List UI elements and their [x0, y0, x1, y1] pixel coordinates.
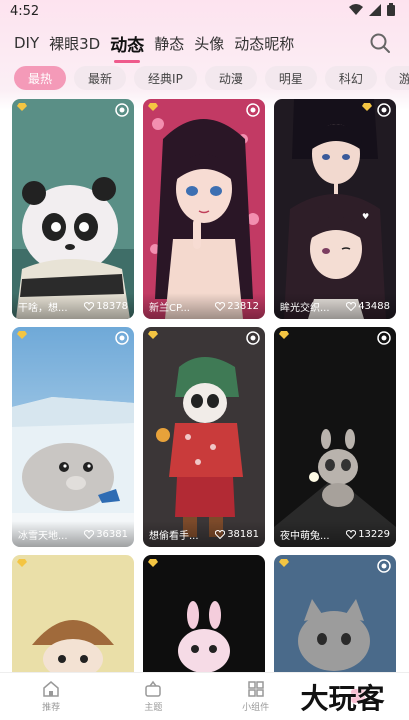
- live-icon: [246, 331, 260, 345]
- watermark: 大玩客: [276, 674, 409, 720]
- baby-hat-image: [12, 555, 134, 675]
- seal-image: [12, 327, 134, 547]
- card-footer: 新兰CP... 23812: [143, 293, 265, 319]
- like-count[interactable]: 23812: [215, 301, 259, 312]
- diamond-icon: [148, 103, 158, 111]
- live-icon: [115, 103, 129, 117]
- card-title: 夜中萌兔...: [280, 530, 330, 542]
- card-title: 新兰CP...: [149, 302, 190, 314]
- card-title: 冰雪天地...: [18, 530, 68, 542]
- card-footer: 眸光交织... 43488: [274, 293, 396, 319]
- pink-bunny-image: [143, 555, 265, 675]
- wallpaper-card[interactable]: [274, 555, 396, 675]
- wallpaper-card[interactable]: [12, 555, 134, 675]
- card-footer: 夜中萌兔... 13229: [274, 521, 396, 547]
- like-number: 36381: [96, 528, 128, 540]
- chip-star[interactable]: 明星: [264, 66, 317, 90]
- chip-newest[interactable]: 最新: [74, 66, 127, 90]
- diamond-icon: [148, 559, 158, 567]
- chip-hottest[interactable]: 最热: [14, 66, 67, 90]
- heart-icon: [346, 529, 357, 539]
- heart-icon: [84, 301, 95, 311]
- like-number: 18378: [96, 300, 128, 312]
- live-icon: [377, 331, 391, 345]
- wallpaper-card[interactable]: 想偷看手... 38181: [143, 327, 265, 547]
- anime-couple-image: ♥: [274, 99, 396, 319]
- like-number: 38181: [227, 528, 259, 540]
- like-count[interactable]: 13229: [346, 529, 390, 540]
- filter-chips: 最热 最新 经典IP 动漫 明星 科幻 游戏: [14, 66, 409, 94]
- card-footer: 干啥，想... 18378: [12, 293, 134, 319]
- cat-image: [274, 555, 396, 675]
- tab-avatar[interactable]: 头像: [194, 33, 224, 54]
- heart-icon: [84, 529, 95, 539]
- heart-icon: [215, 301, 226, 311]
- nav-recommend-label: 推荐: [42, 703, 61, 713]
- nav-widgets-label: 小组件: [242, 703, 270, 713]
- panda-image: [12, 99, 134, 319]
- wallpaper-card[interactable]: 冰雪天地... 36381: [12, 327, 134, 547]
- wallpaper-card[interactable]: 干啥，想... 18378: [12, 99, 134, 319]
- diamond-icon: [17, 559, 27, 567]
- tab-static[interactable]: 静态: [154, 33, 184, 54]
- nav-theme-label: 主题: [144, 703, 163, 713]
- theme-icon: [145, 680, 162, 697]
- diamond-icon: [148, 331, 158, 339]
- live-icon: [377, 103, 391, 117]
- signal-icon: [369, 3, 381, 16]
- live-icon: [377, 559, 391, 573]
- wallpaper-card[interactable]: 夜中萌兔... 13229: [274, 327, 396, 547]
- like-count[interactable]: 36381: [84, 529, 128, 540]
- like-number: 23812: [227, 300, 259, 312]
- card-title: 干啥，想...: [18, 302, 68, 314]
- like-count[interactable]: 43488: [346, 301, 390, 312]
- wallpaper-card[interactable]: [143, 555, 265, 675]
- panda-girl-image: [143, 327, 265, 547]
- chip-game[interactable]: 游戏: [384, 66, 409, 90]
- chip-classic-ip[interactable]: 经典IP: [134, 66, 197, 90]
- search-icon[interactable]: [369, 32, 391, 54]
- wifi-icon: [349, 3, 363, 15]
- card-footer: 想偷看手... 38181: [143, 521, 265, 547]
- status-icons: [349, 3, 395, 16]
- card-title: 想偷看手...: [149, 530, 199, 542]
- svg-text:♥: ♥: [362, 212, 369, 221]
- status-time: 4:52: [10, 3, 40, 19]
- anime-girl-image: [143, 99, 265, 319]
- heart-icon: [215, 529, 226, 539]
- category-tabs: DIY 裸眼3D 动态 静态 头像 动态昵称: [0, 26, 409, 63]
- wallpaper-card[interactable]: ♥ 眸光交织... 43488: [274, 99, 396, 319]
- status-bar: 4:52: [0, 0, 409, 22]
- card-title: 眸光交织...: [280, 302, 330, 314]
- like-number: 13229: [358, 528, 390, 540]
- tab-dynamic[interactable]: 动态: [110, 31, 144, 63]
- nav-recommend[interactable]: 推荐: [0, 673, 102, 720]
- live-icon: [115, 331, 129, 345]
- home-icon: [43, 681, 59, 697]
- night-bunny-image: [274, 327, 396, 547]
- card-footer: 冰雪天地... 36381: [12, 521, 134, 547]
- diamond-icon: [279, 559, 289, 567]
- tab-dynamic-nickname[interactable]: 动态昵称: [234, 33, 294, 54]
- chip-scifi[interactable]: 科幻: [324, 66, 377, 90]
- like-count[interactable]: 18378: [84, 301, 128, 312]
- chip-anime[interactable]: 动漫: [204, 66, 257, 90]
- like-number: 43488: [358, 300, 390, 312]
- wallpaper-grid: 干啥，想... 18378 新兰CP... 23812 ♥ 眸光交织... 43…: [12, 99, 402, 675]
- like-count[interactable]: 38181: [215, 529, 259, 540]
- battery-icon: [387, 3, 395, 16]
- nav-theme[interactable]: 主题: [102, 673, 204, 720]
- diamond-icon: [17, 331, 27, 339]
- live-icon: [246, 103, 260, 117]
- heart-icon: [346, 301, 357, 311]
- tab-3d[interactable]: 裸眼3D: [49, 33, 100, 54]
- diamond-icon: [17, 103, 27, 111]
- tab-diy[interactable]: DIY: [14, 34, 39, 52]
- diamond-icon: [279, 331, 289, 339]
- diamond-icon: [362, 103, 372, 111]
- wallpaper-card[interactable]: 新兰CP... 23812: [143, 99, 265, 319]
- widgets-icon: [247, 681, 264, 697]
